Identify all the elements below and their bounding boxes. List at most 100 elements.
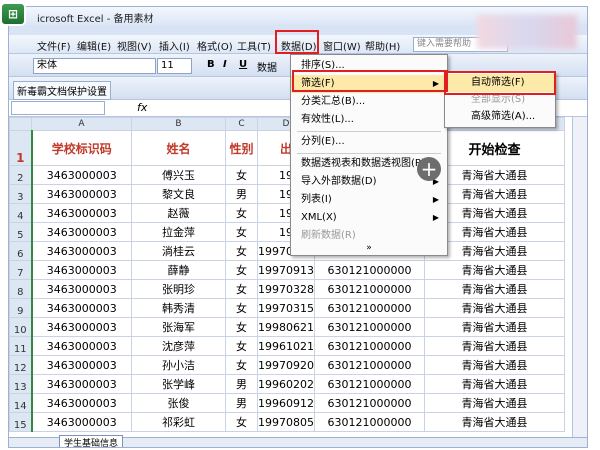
cell-name[interactable]: 张学峰 bbox=[131, 374, 226, 394]
cell-name[interactable]: 赵薇 bbox=[131, 203, 226, 223]
cell-birth[interactable]: 19960202 bbox=[257, 374, 315, 394]
cell-code[interactable]: 630121000000 bbox=[314, 260, 425, 280]
menu-insert[interactable]: 插入(I) bbox=[159, 38, 190, 53]
cell-gender[interactable]: 女 bbox=[225, 260, 258, 280]
cell-school-id[interactable]: 3463000003 bbox=[30, 336, 132, 356]
cell-birth[interactable]: 19970805 bbox=[257, 412, 315, 432]
menu-format[interactable]: 格式(O) bbox=[197, 38, 233, 53]
cell-name[interactable]: 黎文良 bbox=[131, 184, 226, 204]
cell-school-id[interactable]: 3463000003 bbox=[30, 222, 132, 242]
row-number[interactable]: 7 bbox=[9, 260, 32, 280]
cell-school-id[interactable]: 3463000003 bbox=[30, 184, 132, 204]
cell-school-id[interactable]: 3463000003 bbox=[30, 298, 132, 318]
cell-code[interactable]: 630121000000 bbox=[314, 374, 425, 394]
cell-name[interactable]: 薛静 bbox=[131, 260, 226, 280]
row-number[interactable]: 8 bbox=[9, 279, 32, 299]
row-number[interactable]: 12 bbox=[9, 355, 32, 375]
cell-birth[interactable]: 19970913 bbox=[257, 260, 315, 280]
row-number[interactable]: 13 bbox=[9, 374, 32, 394]
doc-protect-button[interactable]: 新毒霸文档保护设置 bbox=[13, 81, 111, 100]
cell-school-id[interactable]: 3463000003 bbox=[30, 393, 132, 413]
cell-school-id[interactable]: 3463000003 bbox=[30, 203, 132, 223]
cell-school-id[interactable]: 3463000003 bbox=[30, 374, 132, 394]
cell-birth[interactable]: 19970328 bbox=[257, 279, 315, 299]
cell-name[interactable]: 沈彦萍 bbox=[131, 336, 226, 356]
cell-name[interactable]: 张海军 bbox=[131, 317, 226, 337]
row-number[interactable]: 4 bbox=[9, 203, 32, 223]
plus-icon[interactable]: + bbox=[417, 157, 441, 181]
cell-gender[interactable]: 女 bbox=[225, 336, 258, 356]
cell-code[interactable]: 630121000000 bbox=[314, 279, 425, 299]
cell-code[interactable]: 630121000000 bbox=[314, 317, 425, 337]
menu-file[interactable]: 文件(F) bbox=[37, 38, 71, 53]
cell-gender[interactable]: 女 bbox=[225, 298, 258, 318]
menu-edit[interactable]: 编辑(E) bbox=[77, 38, 111, 53]
cell-school-id[interactable]: 3463000003 bbox=[30, 241, 132, 261]
font-select[interactable]: 宋体 bbox=[33, 58, 156, 74]
fx-icon[interactable]: fx bbox=[137, 101, 147, 114]
toolbar-data-label[interactable]: 数据 bbox=[257, 59, 277, 74]
cell-gender[interactable]: 男 bbox=[225, 374, 258, 394]
data-menu-text-to-columns[interactable]: 分列(E)... bbox=[291, 133, 447, 151]
row-number[interactable]: 2 bbox=[9, 165, 32, 185]
sheet-tab[interactable]: 学生基础信息 bbox=[59, 435, 124, 447]
cell-school-id[interactable]: 3463000003 bbox=[30, 412, 132, 432]
menu-view[interactable]: 视图(V) bbox=[117, 38, 152, 53]
row-number[interactable]: 9 bbox=[9, 298, 32, 318]
cell-name[interactable]: 张明珍 bbox=[131, 279, 226, 299]
menu-window[interactable]: 窗口(W) bbox=[323, 38, 361, 53]
data-menu-validation[interactable]: 有效性(L)... bbox=[291, 111, 447, 129]
col-header-b[interactable]: B bbox=[131, 117, 226, 131]
cell-county[interactable]: 青海省大通县 bbox=[424, 279, 565, 299]
menu-help[interactable]: 帮助(H) bbox=[365, 38, 400, 53]
cell-gender[interactable]: 女 bbox=[225, 317, 258, 337]
cell-code[interactable]: 630121000000 bbox=[314, 412, 425, 432]
cell-school-id[interactable]: 3463000003 bbox=[30, 317, 132, 337]
cell-birth[interactable]: 19970315 bbox=[257, 298, 315, 318]
cell-county[interactable]: 青海省大通县 bbox=[424, 374, 565, 394]
bold-button[interactable]: B bbox=[207, 59, 215, 70]
row-number[interactable]: 10 bbox=[9, 317, 32, 337]
cell-birth[interactable]: 19961021 bbox=[257, 336, 315, 356]
cell-name[interactable]: 韩秀清 bbox=[131, 298, 226, 318]
cell-birth[interactable]: 19980621 bbox=[257, 317, 315, 337]
cell-county[interactable]: 青海省大通县 bbox=[424, 260, 565, 280]
name-box[interactable] bbox=[11, 101, 105, 115]
cell-code[interactable]: 630121000000 bbox=[314, 336, 425, 356]
cell-county[interactable]: 青海省大通县 bbox=[424, 317, 565, 337]
header-name[interactable]: 姓名 bbox=[131, 130, 226, 166]
underline-button[interactable]: U bbox=[239, 59, 247, 70]
cell-name[interactable]: 拉金萍 bbox=[131, 222, 226, 242]
cell-gender[interactable]: 女 bbox=[225, 222, 258, 242]
vertical-scrollbar[interactable] bbox=[572, 117, 587, 437]
cell-name[interactable]: 傅兴玉 bbox=[131, 165, 226, 185]
cell-name[interactable]: 祁彩虹 bbox=[131, 412, 226, 432]
cell-gender[interactable]: 女 bbox=[225, 279, 258, 299]
cell-birth[interactable]: 19970920 bbox=[257, 355, 315, 375]
cell-name[interactable]: 淌桂云 bbox=[131, 241, 226, 261]
row-number[interactable]: 5 bbox=[9, 222, 32, 242]
cell-gender[interactable]: 男 bbox=[225, 184, 258, 204]
cell-gender[interactable]: 男 bbox=[225, 393, 258, 413]
cell-gender[interactable]: 女 bbox=[225, 412, 258, 432]
cell-gender[interactable]: 女 bbox=[225, 241, 258, 261]
cell-code[interactable]: 630121000000 bbox=[314, 298, 425, 318]
cell-county[interactable]: 青海省大通县 bbox=[424, 336, 565, 356]
corner-cell[interactable] bbox=[9, 117, 32, 131]
header-gender[interactable]: 性别 bbox=[225, 130, 258, 166]
cell-county[interactable]: 青海省大通县 bbox=[424, 298, 565, 318]
font-size-select[interactable]: 11 bbox=[157, 58, 192, 74]
cell-gender[interactable]: 女 bbox=[225, 165, 258, 185]
cell-gender[interactable]: 女 bbox=[225, 355, 258, 375]
row-number[interactable]: 14 bbox=[9, 393, 32, 413]
cell-code[interactable]: 630121000000 bbox=[314, 355, 425, 375]
data-menu-list[interactable]: 列表(I) ▶ bbox=[291, 191, 447, 209]
row-number[interactable]: 6 bbox=[9, 241, 32, 261]
data-menu-subtotal[interactable]: 分类汇总(B)... bbox=[291, 93, 447, 111]
cell-code[interactable]: 630121000000 bbox=[314, 393, 425, 413]
italic-button[interactable]: I bbox=[223, 59, 227, 70]
row-header[interactable]: 1 bbox=[9, 130, 32, 166]
advanced-filter-item[interactable]: 高级筛选(A)... bbox=[445, 108, 555, 126]
menu-expand-icon[interactable]: » bbox=[291, 239, 447, 257]
header-school-id[interactable]: 学校标识码 bbox=[30, 130, 132, 166]
